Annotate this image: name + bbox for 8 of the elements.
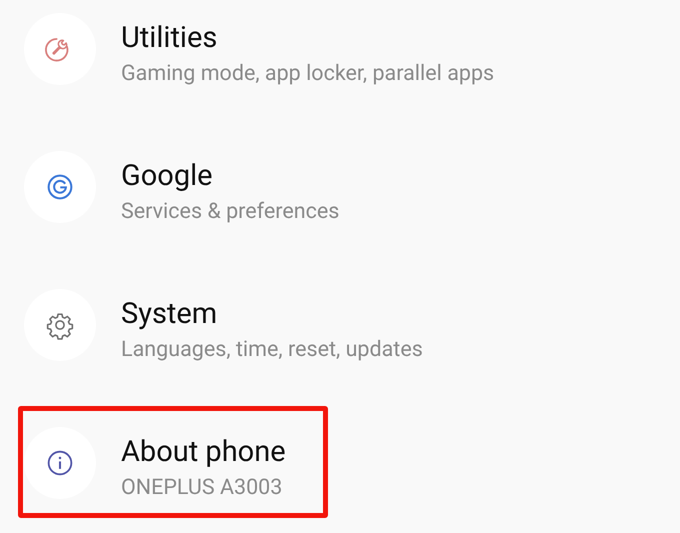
item-subtitle: Gaming mode, app locker, parallel apps <box>121 60 494 88</box>
item-title: About phone <box>121 434 286 470</box>
item-subtitle: Languages, time, reset, updates <box>121 336 423 364</box>
item-title: Google <box>121 158 214 194</box>
item-subtitle: Services & preferences <box>121 198 340 226</box>
item-title: Utilities <box>121 20 218 56</box>
item-title: System <box>121 296 218 332</box>
item-subtitle: ONEPLUS A3003 <box>121 474 284 502</box>
